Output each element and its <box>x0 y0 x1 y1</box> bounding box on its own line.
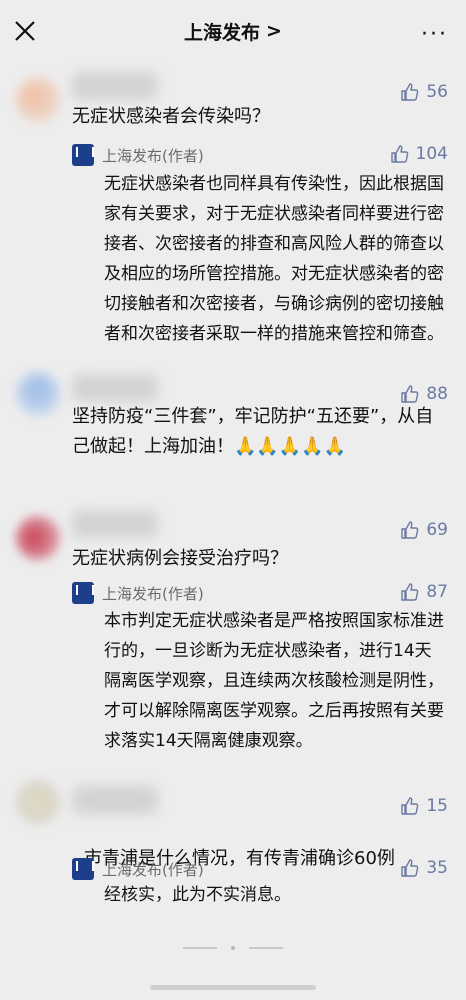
page-title: 上海发布 <box>184 21 261 44</box>
thumbs-up-icon <box>390 145 408 163</box>
comment-text: 无症状病例会接受治疗吗？ <box>72 548 288 569</box>
like-count: 15 <box>426 796 448 816</box>
reply-text: 本市判定无症状感染者是严格按照国家标准进行的，一旦诊断为无症状感染者，进行14天… <box>104 611 444 751</box>
comment-text: 坚持防疫“三件套”，牢记防护“五还要”，从自己做起！上海加油！🙏🙏🙏🙏🙏 <box>72 406 434 457</box>
reply-like-button[interactable]: 104 <box>390 144 448 164</box>
home-indicator[interactable] <box>150 985 316 990</box>
reply-author: 上海发布(作者) <box>102 146 204 165</box>
avatar[interactable] <box>16 78 60 122</box>
divider-dot <box>231 946 235 950</box>
author-logo-icon <box>72 144 94 166</box>
divider-line <box>249 947 283 949</box>
reply-like-button[interactable]: 35 <box>400 858 448 878</box>
reply-author: 上海发布(作者) <box>102 860 204 879</box>
reply-like-button[interactable]: 87 <box>400 582 448 602</box>
nickname-blurred <box>72 510 158 538</box>
like-count: 69 <box>426 520 448 540</box>
like-count: 88 <box>426 384 448 404</box>
reply-text: 无症状感染者也同样具有传染性，因此根据国家有关要求，对于无症状感染者同样要进行密… <box>104 174 444 344</box>
thumbs-up-icon <box>401 83 419 101</box>
like-button[interactable]: 88 <box>400 384 448 404</box>
like-count: 87 <box>426 582 448 602</box>
author-reply-header: 上海发布(作者) <box>72 144 204 166</box>
avatar[interactable] <box>16 780 60 824</box>
nickname-blurred <box>72 72 158 100</box>
list-end-divider <box>0 946 466 950</box>
thumbs-up-icon <box>401 385 419 403</box>
top-bar: 上海发布 > ··· <box>0 0 466 62</box>
reply-author: 上海发布(作者) <box>102 584 204 603</box>
thumbs-up-icon <box>401 859 419 877</box>
divider-line <box>183 947 217 949</box>
like-count: 104 <box>415 144 448 164</box>
thumbs-up-icon <box>401 521 419 539</box>
avatar[interactable] <box>16 516 60 560</box>
comment-text: 无症状感染者会传染吗？ <box>72 106 270 127</box>
avatar[interactable] <box>16 372 60 416</box>
author-logo-icon <box>72 858 94 880</box>
like-button[interactable]: 69 <box>400 520 448 540</box>
like-count: 56 <box>426 82 448 102</box>
like-button[interactable]: 56 <box>400 82 448 102</box>
close-icon[interactable] <box>12 18 38 44</box>
like-count: 35 <box>426 858 448 878</box>
author-reply-header: 上海发布(作者) <box>72 858 204 880</box>
reply-text: 经核实，此为不实消息。 <box>104 885 291 905</box>
thumbs-up-icon <box>401 583 419 601</box>
author-reply-header: 上海发布(作者) <box>72 582 204 604</box>
chevron-right-icon: > <box>266 20 282 42</box>
account-title-link[interactable]: 上海发布 > <box>184 18 282 45</box>
author-logo-icon <box>72 582 94 604</box>
nickname-blurred <box>72 374 158 402</box>
thumbs-up-icon <box>401 797 419 815</box>
more-icon[interactable]: ··· <box>421 22 448 47</box>
like-button[interactable]: 15 <box>400 796 448 816</box>
nickname-blurred <box>72 786 158 814</box>
